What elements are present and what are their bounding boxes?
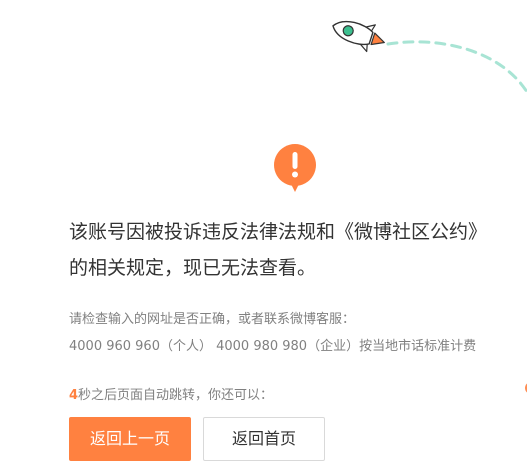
redirect-text: 秒之后页面自动跳转，你还可以：: [78, 388, 274, 403]
redirect-notice: 4秒之后页面自动跳转，你还可以：: [69, 385, 273, 407]
dashed-trail: [386, 40, 527, 94]
countdown-seconds: 4: [69, 388, 79, 403]
headline-line-1: 该账号因被投诉违反法律法规和《微博社区公约》: [69, 221, 488, 243]
home-button[interactable]: 返回首页: [203, 417, 325, 461]
help-text: 请检查输入的网址是否正确，或者联系微博客服： 4000 960 960（个人） …: [69, 306, 527, 360]
error-headline: 该账号因被投诉违反法律法规和《微博社区公约》 的相关规定，现已无法查看。: [69, 214, 519, 286]
error-page: 该账号因被投诉违反法律法规和《微博社区公约》 的相关规定，现已无法查看。 请检查…: [0, 0, 527, 471]
rocket-icon: [332, 20, 385, 53]
headline-line-2: 的相关规定，现已无法查看。: [69, 257, 317, 279]
help-instruction: 请检查输入的网址是否正确，或者联系微博客服：: [69, 312, 356, 327]
exclamation-icon: [273, 144, 316, 192]
back-button[interactable]: 返回上一页: [69, 417, 191, 461]
customer-service-phones: 4000 960 960（个人） 4000 980 980（企业）按当地市话标准…: [69, 339, 477, 354]
